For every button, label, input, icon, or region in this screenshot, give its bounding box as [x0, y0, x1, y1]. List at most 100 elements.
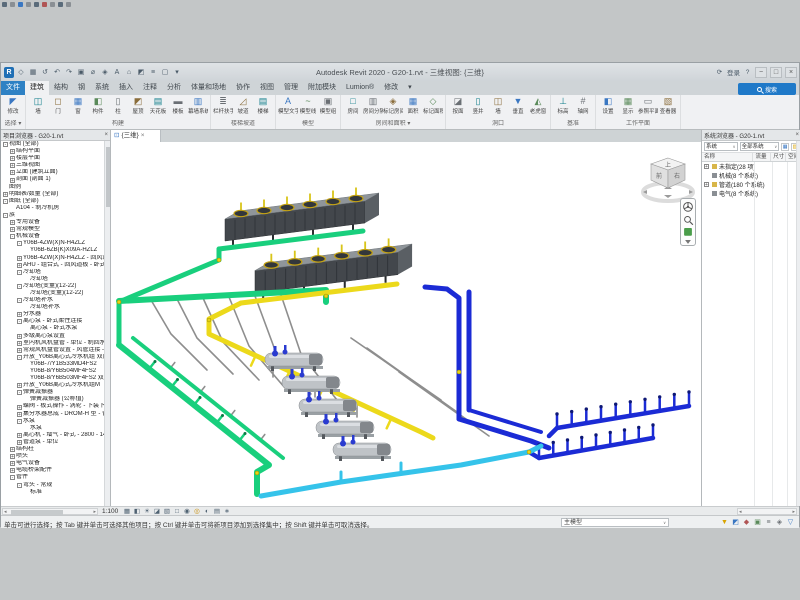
- tag-icon[interactable]: ◈: [100, 67, 110, 78]
- scroll-right-icon[interactable]: ▸: [792, 510, 795, 515]
- tree-item[interactable]: -冷却塔: [1, 269, 104, 276]
- wall-opening-button[interactable]: ◫墙: [488, 96, 508, 115]
- tree-item[interactable]: +开放_Y06B离心式冷水机组M: [1, 382, 104, 389]
- collapse-icon[interactable]: -: [10, 234, 15, 239]
- roof-button[interactable]: ◩屋顶: [128, 96, 148, 115]
- expand-icon[interactable]: +: [10, 163, 15, 168]
- tree-item[interactable]: -冷却塔(变量)(12-22): [1, 283, 104, 290]
- tree-item[interactable]: +室内机风机盘管 - 单位 - 制回水接口带阀组: [1, 340, 104, 347]
- show-workplane-button[interactable]: ▦显示: [618, 96, 638, 115]
- expand-icon[interactable]: +: [10, 178, 15, 183]
- tree-item[interactable]: +常规风机盘管设置 - 风管连接 - 后视图: [1, 347, 104, 354]
- 3d-view-icon[interactable]: ⌂: [124, 67, 134, 78]
- steering-wheel-icon[interactable]: [682, 201, 694, 213]
- tree-item[interactable]: +三维视图: [1, 162, 104, 169]
- collapse-icon[interactable]: -: [17, 355, 22, 360]
- tree-item[interactable]: Y06B-6ZB(K)X09A-HZLZ: [1, 247, 104, 254]
- measure-icon[interactable]: ⌀: [88, 67, 98, 78]
- ribbon-tab-视图[interactable]: 视图: [255, 81, 279, 95]
- sync-status-icon[interactable]: ⟳: [715, 68, 724, 76]
- tree-item[interactable]: +结构平面: [1, 148, 104, 155]
- system-browser-row[interactable]: 电气(8 个系统): [702, 189, 800, 198]
- tree-item[interactable]: +离心机 - 增气 - 卧式 - 2800 - 14000 kW: [1, 432, 104, 439]
- tree-item[interactable]: +Y06B-4ZW(X)N-H4ZLZ - 回风设置: [1, 255, 104, 262]
- cooling-tower-bank-2[interactable]: [255, 238, 412, 298]
- expand-icon[interactable]: +: [704, 164, 709, 169]
- expand-icon[interactable]: +: [17, 412, 22, 417]
- wall-button[interactable]: ◫墙: [28, 96, 48, 115]
- chiller-units[interactable]: [265, 345, 391, 461]
- column-header-流量[interactable]: 流量: [753, 153, 771, 161]
- expand-icon[interactable]: +: [704, 182, 709, 187]
- expand-icon[interactable]: +: [17, 405, 22, 410]
- project-browser-close-icon[interactable]: ×: [104, 132, 108, 138]
- navbar-expand-icon[interactable]: [684, 239, 692, 245]
- close-button[interactable]: ×: [785, 67, 797, 78]
- navigation-bar[interactable]: [680, 198, 696, 246]
- section-icon[interactable]: ◩: [136, 67, 146, 78]
- ribbon-tab-管理[interactable]: 管理: [279, 81, 303, 95]
- save-icon[interactable]: ▦: [28, 67, 38, 78]
- expand-icon[interactable]: +: [10, 149, 15, 154]
- ribbon-tab-建筑[interactable]: 建筑: [25, 81, 49, 95]
- pinned-select-icon[interactable]: ◈: [775, 518, 784, 527]
- ribbon-tab-协作[interactable]: 协作: [231, 81, 255, 95]
- ribbon-tab-钢[interactable]: 钢: [73, 81, 90, 95]
- mep-3d-model[interactable]: [111, 142, 701, 506]
- selection-filter-icon[interactable]: ▽: [786, 518, 795, 527]
- room-button[interactable]: □房间: [343, 96, 363, 115]
- expand-icon[interactable]: +: [10, 170, 15, 175]
- tree-item[interactable]: +蝶阀 - 板式操作 - 涡轮 - 下装下出: [1, 403, 104, 410]
- exclude-options-icon[interactable]: ◆: [742, 518, 751, 527]
- tree-item[interactable]: +管道泵 - 单位: [1, 439, 104, 446]
- collapse-icon[interactable]: -: [17, 298, 22, 303]
- tree-item[interactable]: +分水器: [1, 311, 104, 318]
- column-settings-icon[interactable]: ▦: [781, 143, 789, 151]
- floor-button[interactable]: ▬楼板: [168, 96, 188, 115]
- room-separator-button[interactable]: ▥房间分隔: [363, 96, 383, 115]
- help-icon[interactable]: ?: [743, 69, 752, 76]
- system-browser-header[interactable]: 系统浏览器 - G20-1.rvt ×: [702, 130, 800, 141]
- vertical-opening-button[interactable]: ▼垂直: [508, 96, 528, 115]
- ramp-button[interactable]: ◿坡道: [233, 96, 253, 115]
- system-type-select[interactable]: 系统∨: [704, 142, 738, 151]
- column-header-名称[interactable]: 名称: [702, 153, 753, 161]
- tree-item[interactable]: -开放_Y06B离心式冷水机组 双向设置: [1, 354, 104, 361]
- ribbon-tab-附加模块[interactable]: 附加模块: [303, 81, 341, 95]
- tree-item[interactable]: +剖面 (剖面 1): [1, 176, 104, 183]
- editable-only-icon[interactable]: ▣: [753, 518, 762, 527]
- tree-item[interactable]: -机械设备: [1, 233, 104, 240]
- view-tab-close-icon[interactable]: ×: [141, 130, 145, 142]
- tree-item[interactable]: -管件: [1, 474, 104, 481]
- ceiling-button[interactable]: ▤天花板: [148, 96, 168, 115]
- expand-icon[interactable]: +: [17, 312, 22, 317]
- tree-item[interactable]: Y06B-8/Y6B504MF4FS2: [1, 368, 104, 375]
- system-browser-row[interactable]: +未指定(28 项): [702, 162, 800, 171]
- tree-item[interactable]: 冷却塔补水: [1, 304, 104, 311]
- system-browser-scrollbar[interactable]: [796, 141, 800, 506]
- tag-room-button[interactable]: ◈标记房间: [383, 96, 403, 115]
- expand-icon[interactable]: +: [10, 447, 15, 452]
- model-text-button[interactable]: A模型文字: [278, 96, 298, 115]
- ribbon-tab-系统[interactable]: 系统: [90, 81, 114, 95]
- pan-icon[interactable]: [683, 227, 693, 237]
- tree-item[interactable]: -离心泵 - 卧式柔性连接: [1, 318, 104, 325]
- tree-item[interactable]: +多级离心泵设置: [1, 333, 104, 340]
- revit-logo[interactable]: R: [4, 67, 14, 78]
- tree-item[interactable]: 弹簧减振器 (公称值): [1, 396, 104, 403]
- print-icon[interactable]: ▣: [76, 67, 86, 78]
- expand-icon[interactable]: +: [17, 341, 22, 346]
- ribbon-tab-插入[interactable]: 插入: [114, 81, 138, 95]
- expand-icon[interactable]: +: [17, 440, 22, 445]
- tree-item[interactable]: -水泵: [1, 418, 104, 425]
- signin-label[interactable]: 登录: [727, 67, 740, 77]
- dormer-button[interactable]: ◭老虎窗: [528, 96, 548, 115]
- tree-item[interactable]: Y06B-8/Y6B503MF4FS2 双侧设置: [1, 375, 104, 382]
- collapse-icon[interactable]: -: [17, 284, 22, 289]
- view-tab-3d[interactable]: ⊡ {三维} ×: [111, 130, 161, 142]
- tree-item[interactable]: 冷却塔: [1, 276, 104, 283]
- tree-item[interactable]: -弯头 - 常规: [1, 482, 104, 489]
- ribbon-tab-体量和场地[interactable]: 体量和场地: [186, 81, 231, 95]
- expand-icon[interactable]: +: [17, 256, 22, 261]
- tree-item[interactable]: -图纸 (全部): [1, 198, 104, 205]
